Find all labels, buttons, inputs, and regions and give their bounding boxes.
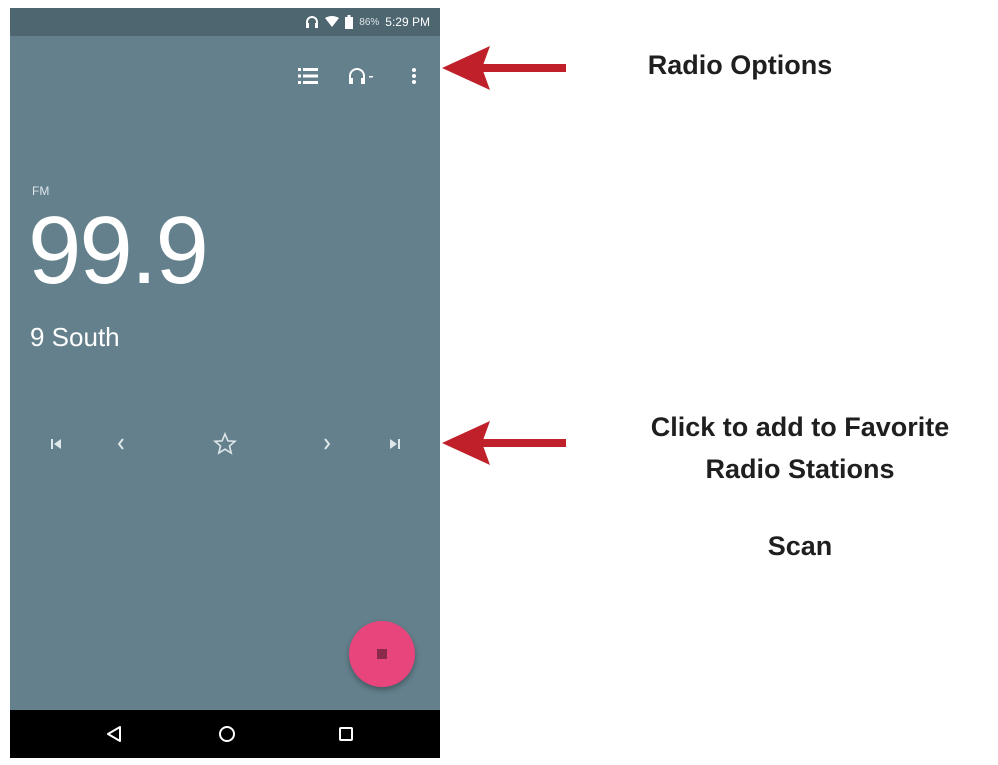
stop-icon xyxy=(377,649,387,659)
scan-label: Scan xyxy=(767,531,833,561)
battery-icon xyxy=(345,15,354,29)
wifi-icon xyxy=(325,16,340,28)
stop-fab-button[interactable] xyxy=(349,621,415,687)
star-outline-icon[interactable] xyxy=(205,424,245,464)
status-bar: 86% 5:29 PM xyxy=(10,8,440,36)
radio-options-label: Radio Options xyxy=(647,50,833,80)
frequency-display: 99.9 xyxy=(28,197,209,304)
chevron-right-icon[interactable] xyxy=(307,424,347,464)
status-icons: 86% 5:29 PM xyxy=(305,8,430,36)
back-triangle-icon[interactable] xyxy=(96,718,132,750)
headphones-dropdown-icon[interactable] xyxy=(348,60,374,92)
headphones-icon xyxy=(305,15,319,29)
favorite-label-line2: Radio Stations xyxy=(705,454,895,484)
home-circle-icon[interactable] xyxy=(209,718,245,750)
nav-bar xyxy=(10,710,440,758)
radio-toolbar xyxy=(296,56,426,96)
skip-previous-icon[interactable] xyxy=(36,424,76,464)
playback-controls xyxy=(10,424,440,464)
arrow-favorite xyxy=(442,421,566,465)
recents-square-icon[interactable] xyxy=(328,718,364,750)
list-icon[interactable] xyxy=(296,60,320,92)
chevron-left-icon[interactable] xyxy=(101,424,141,464)
arrow-radio-options xyxy=(442,46,566,90)
phone-screen: 86% 5:29 PM FM 99.9 9 South xyxy=(10,8,440,758)
battery-percent: 86% xyxy=(359,16,380,28)
station-name: 9 South xyxy=(30,322,120,352)
skip-next-icon[interactable] xyxy=(375,424,415,464)
status-time: 5:29 PM xyxy=(385,15,430,29)
more-vert-icon[interactable] xyxy=(402,60,426,92)
band-label: FM xyxy=(32,184,50,198)
favorite-label-line1: Click to add to Favorite xyxy=(650,412,950,442)
